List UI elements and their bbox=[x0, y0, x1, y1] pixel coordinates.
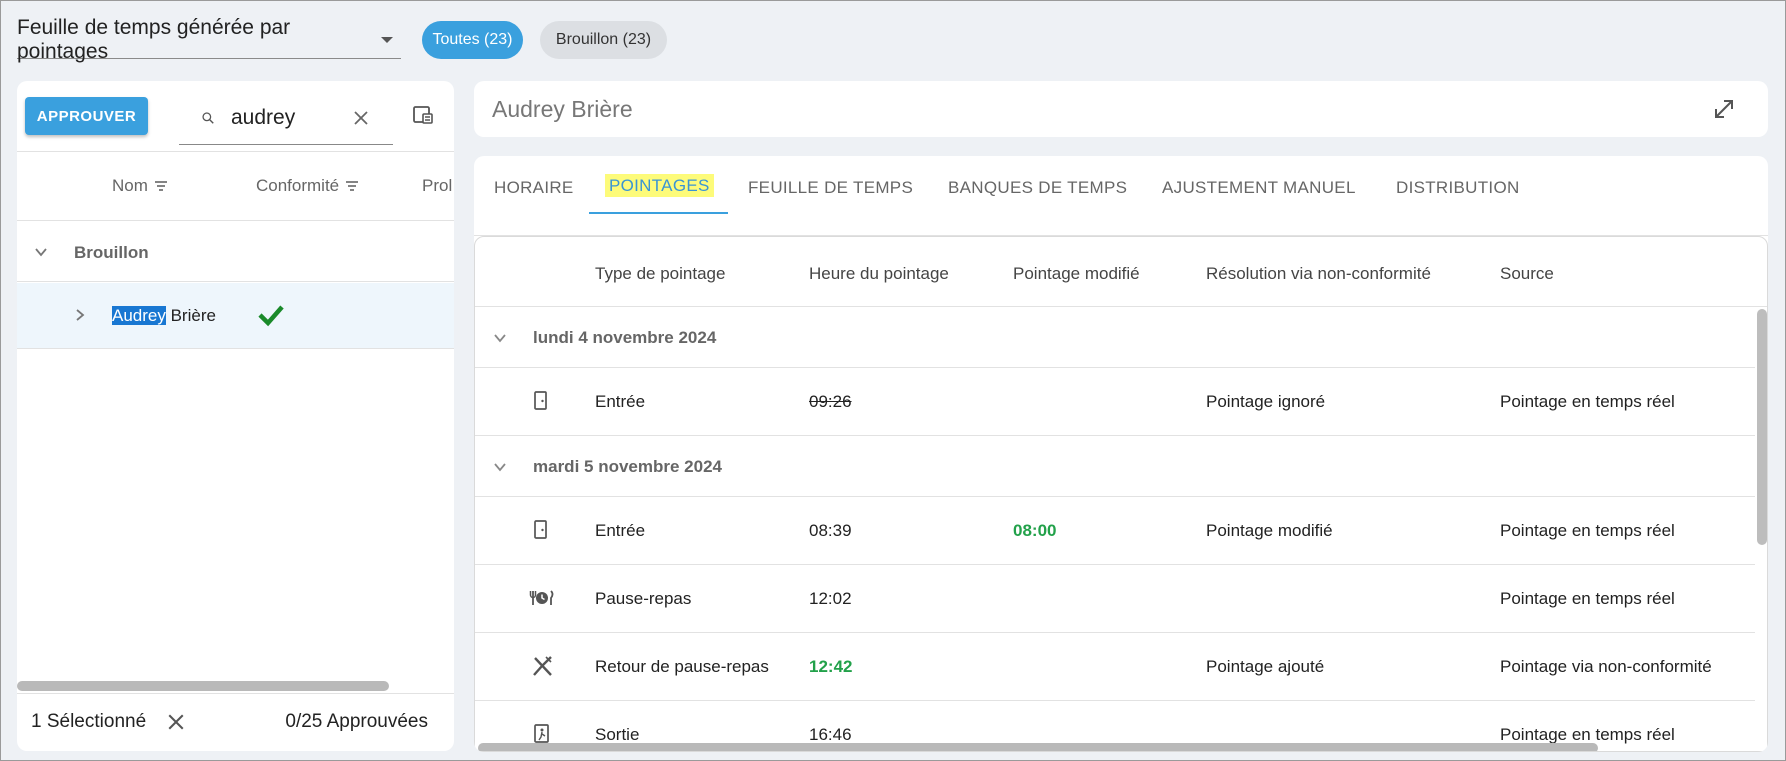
date-label: lundi 4 novembre 2024 bbox=[533, 328, 717, 347]
search-box bbox=[179, 91, 393, 145]
chevron-right-icon[interactable] bbox=[72, 307, 88, 328]
table-row[interactable]: Entrée 09:26 Pointage ignoré Pointage en… bbox=[475, 369, 1755, 436]
approve-button[interactable]: APPROUVER bbox=[25, 97, 148, 135]
search-icon bbox=[179, 107, 215, 129]
column-header-modified[interactable]: Pointage modifié bbox=[1013, 264, 1140, 284]
horizontal-scrollbar[interactable] bbox=[478, 743, 1598, 751]
date-label: mardi 5 novembre 2024 bbox=[533, 457, 722, 476]
tab-pointages[interactable]: POINTAGES bbox=[605, 174, 714, 197]
view-select[interactable]: Feuille de temps générée par pointages bbox=[17, 16, 401, 63]
date-group-row[interactable]: lundi 4 novembre 2024 bbox=[475, 308, 1755, 368]
clear-selection-icon[interactable] bbox=[167, 713, 185, 737]
page-title: Audrey Brière bbox=[492, 96, 633, 122]
employee-list-panel: APPROUVER Nom Conformité Prol Brouillon bbox=[17, 81, 454, 751]
vertical-scrollbar[interactable] bbox=[1757, 309, 1767, 545]
employee-name: Audrey Brière bbox=[112, 306, 216, 325]
filter-chip-draft[interactable]: Brouillon (23) bbox=[540, 21, 667, 59]
date-group-row[interactable]: mardi 5 novembre 2024 bbox=[475, 437, 1755, 497]
tab-banques-de-temps[interactable]: BANQUES DE TEMPS bbox=[948, 178, 1127, 198]
punches-table: Type de pointage Heure du pointage Point… bbox=[474, 236, 1768, 752]
column-settings-icon[interactable] bbox=[412, 104, 434, 131]
chevron-down-icon[interactable] bbox=[492, 459, 508, 480]
tab-feuille-de-temps[interactable]: FEUILLE DE TEMPS bbox=[748, 178, 913, 198]
column-header-type[interactable]: Type de pointage bbox=[595, 264, 725, 284]
table-row[interactable]: Retour de pause-repas 12:42 Pointage ajo… bbox=[475, 634, 1755, 701]
meal-clock-icon bbox=[529, 588, 555, 613]
chevron-down-icon bbox=[381, 36, 393, 43]
employee-title-card: Audrey Brière bbox=[474, 81, 1768, 137]
column-header-time[interactable]: Heure du pointage bbox=[809, 264, 949, 284]
approved-count: 0/25 Approuvées bbox=[285, 711, 428, 732]
column-header-third[interactable]: Prol bbox=[422, 176, 452, 196]
table-row[interactable]: Entrée 08:39 08:00 Pointage modifié Poin… bbox=[475, 498, 1755, 565]
search-highlight: Audrey bbox=[112, 306, 166, 325]
employee-row[interactable]: Audrey Brière bbox=[17, 283, 454, 349]
selected-count: 1 Sélectionné bbox=[31, 711, 147, 732]
column-header-source[interactable]: Source bbox=[1500, 264, 1554, 284]
filter-icon bbox=[154, 181, 167, 191]
search-input[interactable] bbox=[231, 105, 341, 130]
horizontal-scrollbar[interactable] bbox=[17, 681, 389, 691]
column-header-resolution[interactable]: Résolution via non-conformité bbox=[1206, 264, 1431, 284]
door-entry-icon bbox=[533, 520, 549, 545]
chevron-down-icon[interactable] bbox=[33, 244, 49, 265]
clear-search-icon[interactable] bbox=[353, 110, 369, 126]
grid-header: Nom Conformité Prol bbox=[17, 151, 454, 221]
column-header-conformity[interactable]: Conformité bbox=[256, 176, 359, 196]
check-icon bbox=[257, 303, 285, 332]
table-row[interactable]: Pause-repas 12:02 Pointage en temps réel bbox=[475, 566, 1755, 633]
group-label: Brouillon bbox=[74, 243, 149, 262]
expand-icon[interactable] bbox=[1712, 97, 1736, 126]
group-row-draft[interactable]: Brouillon bbox=[17, 222, 454, 282]
chevron-down-icon[interactable] bbox=[492, 330, 508, 351]
list-footer: 1 Sélectionné 0/25 Approuvées bbox=[17, 693, 454, 751]
tab-distribution[interactable]: DISTRIBUTION bbox=[1396, 178, 1520, 198]
door-entry-icon bbox=[533, 391, 549, 416]
view-select-label: Feuille de temps générée par pointages bbox=[17, 15, 291, 63]
column-header-name[interactable]: Nom bbox=[112, 176, 168, 196]
table-header: Type de pointage Heure du pointage Point… bbox=[475, 237, 1767, 307]
tab-bar: HORAIRE POINTAGES FEUILLE DE TEMPS BANQU… bbox=[474, 156, 1768, 236]
tab-horaire[interactable]: HORAIRE bbox=[494, 178, 574, 198]
active-tab-indicator bbox=[589, 212, 728, 214]
utensils-crossed-icon bbox=[531, 654, 555, 683]
filter-icon bbox=[346, 181, 359, 191]
detail-panel: HORAIRE POINTAGES FEUILLE DE TEMPS BANQU… bbox=[474, 156, 1768, 752]
filter-chip-all[interactable]: Toutes (23) bbox=[422, 21, 523, 59]
tab-ajustement-manuel[interactable]: AJUSTEMENT MANUEL bbox=[1162, 178, 1356, 198]
